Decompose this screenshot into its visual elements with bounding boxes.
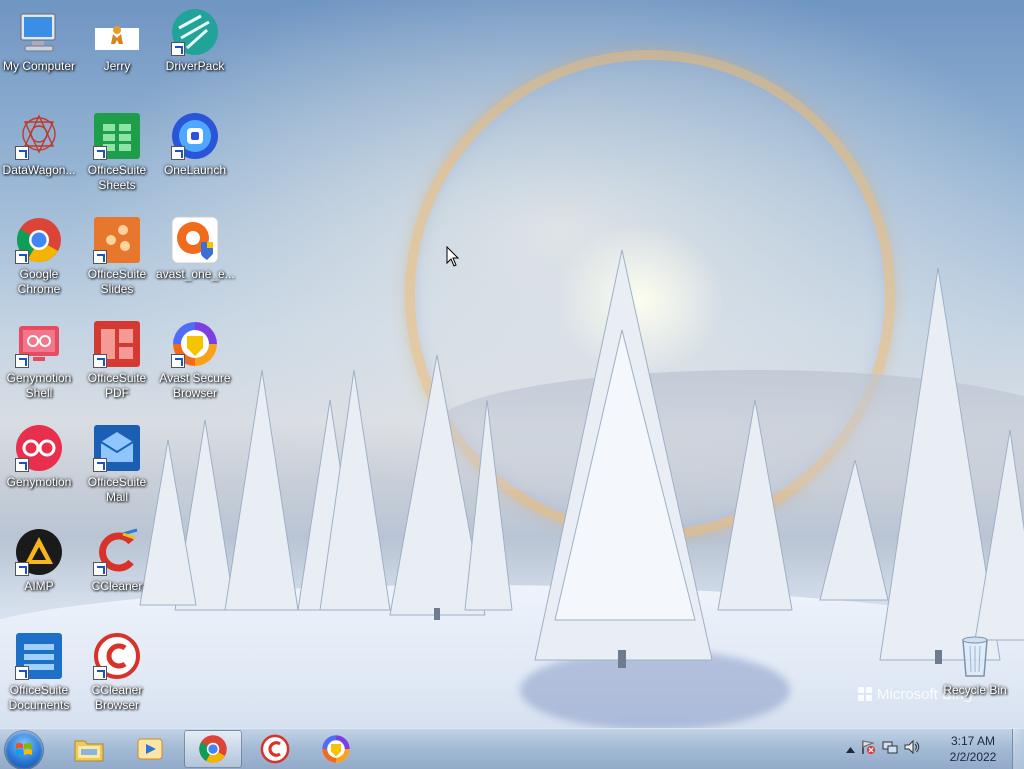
shortcut-arrow-icon <box>15 562 29 576</box>
recycle-bin-icon <box>951 632 999 680</box>
desktop-icon-label: Avast Secure Browser <box>159 371 231 400</box>
desktop-icon-onelaunch[interactable]: OneLaunch <box>156 112 234 178</box>
taskbar: 3:17 AM 2/2/2022 <box>0 728 1024 769</box>
avast-browser-icon <box>322 735 350 763</box>
shortcut-arrow-icon <box>15 354 29 368</box>
desktop-icon-officesuite-pdf[interactable]: OfficeSuite PDF <box>78 320 156 401</box>
desktop-icon-label: Genymotion <box>6 475 72 489</box>
avast-one-installer-icon <box>171 216 219 264</box>
microsoft-logo-icon <box>858 687 872 701</box>
desktop-icon-officesuite-mail[interactable]: OfficeSuite Mail <box>78 424 156 505</box>
desktop-icon-officesuite-slides[interactable]: OfficeSuite Slides <box>78 216 156 297</box>
ccleaner-browser-icon <box>260 734 290 764</box>
shortcut-arrow-icon <box>93 562 107 576</box>
taskbar-item-media-player[interactable] <box>121 730 179 768</box>
shortcut-arrow-icon <box>15 146 29 160</box>
officesuite-slides-icon <box>93 216 141 264</box>
desktop-icon-google-chrome[interactable]: Google Chrome <box>0 216 78 297</box>
desktop-icon-label: Genymotion Shell <box>6 371 72 400</box>
desktop-icon-genymotion[interactable]: Genymotion <box>0 424 78 490</box>
desktop-icon-label: Google Chrome <box>17 267 61 296</box>
onelaunch-icon <box>171 112 219 160</box>
mouse-cursor-icon <box>446 245 460 273</box>
jerry-icon <box>93 8 141 56</box>
officesuite-pdf-icon <box>93 320 141 368</box>
volume-icon[interactable] <box>901 739 923 760</box>
shortcut-arrow-icon <box>93 458 107 472</box>
desktop-icon-label: My Computer <box>2 59 76 73</box>
desktop-icon-officesuite-documents[interactable]: OfficeSuite Documents <box>0 632 78 713</box>
show-hidden-icons-arrow[interactable] <box>843 740 857 758</box>
media-player-icon <box>137 738 163 760</box>
action-center-flag-icon[interactable] <box>857 739 879 760</box>
windows-logo-icon <box>16 743 32 755</box>
computer-icon <box>15 8 63 56</box>
desktop-icon-label: avast_one_e... <box>156 267 235 281</box>
desktop-icon-ccleaner-browser[interactable]: CCleaner Browser <box>78 632 156 713</box>
officesuite-mail-icon <box>93 424 141 472</box>
avast-secure-browser-icon <box>171 320 219 368</box>
clock-time: 3:17 AM <box>950 734 996 748</box>
taskbar-item-avast-secure-browser[interactable] <box>307 730 365 768</box>
shortcut-arrow-icon <box>15 666 29 680</box>
taskbar-item-ccleaner-browser[interactable] <box>246 730 304 768</box>
clock-date: 2/2/2022 <box>949 750 997 764</box>
shortcut-arrow-icon <box>171 354 185 368</box>
desktop-icon-label: OfficeSuite Slides <box>87 267 147 296</box>
desktop-icon-label: CCleaner Browser <box>91 683 143 712</box>
ccleaner-icon <box>93 528 141 576</box>
shortcut-arrow-icon <box>171 146 185 160</box>
desktop-icon-label: Jerry <box>103 59 131 73</box>
desktop-icon-jerry[interactable]: Jerry <box>78 8 156 74</box>
desktop-icon-label: DriverPack <box>165 59 225 73</box>
desktop-icon-aimp[interactable]: AIMP <box>0 528 78 594</box>
officesuite-sheets-icon <box>93 112 141 160</box>
chrome-icon <box>15 216 63 264</box>
shortcut-arrow-icon <box>93 250 107 264</box>
desktop-icon-label: OfficeSuite Sheets <box>87 163 147 192</box>
desktop-icon-my-computer[interactable]: My Computer <box>0 8 78 74</box>
desktop-icon-avast-one-installer[interactable]: avast_one_e... <box>156 216 235 282</box>
shortcut-arrow-icon <box>93 146 107 160</box>
desktop-icon-driverpack[interactable]: DriverPack <box>156 8 234 74</box>
system-clock[interactable]: 3:17 AM 2/2/2022 <box>938 733 1008 765</box>
shortcut-arrow-icon <box>93 354 107 368</box>
taskbar-item-google-chrome[interactable] <box>184 730 242 768</box>
datawagon-icon <box>15 112 63 160</box>
desktop-icon-recycle-bin[interactable]: Recycle Bin <box>936 632 1014 698</box>
desktop-icon-avast-secure-browser[interactable]: Avast Secure Browser <box>156 320 234 401</box>
desktop-icon-label: AIMP <box>24 579 54 593</box>
shortcut-arrow-icon <box>93 666 107 680</box>
driverpack-icon <box>171 8 219 56</box>
ccleaner-browser-icon <box>93 632 141 680</box>
desktop-icon-officesuite-sheets[interactable]: OfficeSuite Sheets <box>78 112 156 193</box>
show-desktop-button[interactable] <box>1012 729 1024 769</box>
network-icon[interactable] <box>879 739 901 760</box>
genymotion-shell-icon <box>15 320 63 368</box>
aimp-icon <box>15 528 63 576</box>
taskbar-item-windows-explorer[interactable] <box>60 730 118 768</box>
desktop-icon-ccleaner[interactable]: CCleaner <box>78 528 156 594</box>
folder-icon <box>74 740 104 762</box>
shortcut-arrow-icon <box>171 42 185 56</box>
genymotion-icon <box>15 424 63 472</box>
start-button[interactable] <box>5 731 43 769</box>
desktop-icon-genymotion-shell[interactable]: Genymotion Shell <box>0 320 78 401</box>
chrome-icon <box>199 735 227 763</box>
desktop-icon-label: Recycle Bin <box>943 683 1007 697</box>
desktop-icon-datawagon[interactable]: DataWagon... <box>0 112 78 178</box>
shortcut-arrow-icon <box>15 250 29 264</box>
desktop-icon-label: OneLaunch <box>163 163 227 177</box>
desktop-icon-label: DataWagon... <box>2 163 76 177</box>
desktop-icon-label: OfficeSuite Mail <box>87 475 147 504</box>
desktop-icon-label: CCleaner <box>91 579 143 593</box>
desktop-icon-label: OfficeSuite PDF <box>87 371 147 400</box>
desktop-icon-label: OfficeSuite Documents <box>8 683 70 712</box>
shortcut-arrow-icon <box>15 458 29 472</box>
officesuite-documents-icon <box>15 632 63 680</box>
